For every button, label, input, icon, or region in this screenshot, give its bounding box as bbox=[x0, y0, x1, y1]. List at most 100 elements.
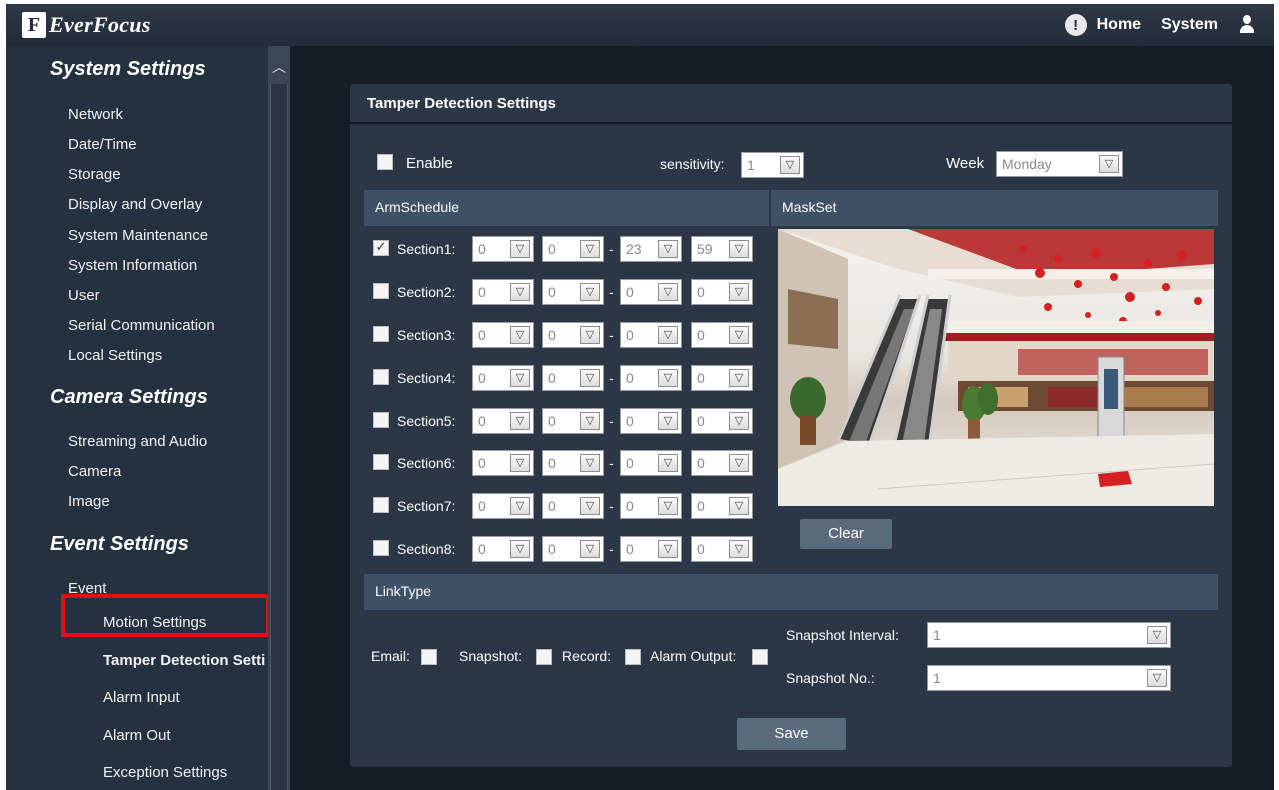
section-checkbox[interactable] bbox=[373, 326, 389, 342]
system-link[interactable]: System bbox=[1161, 16, 1218, 34]
snapshot-interval-select[interactable]: 1 ▽ bbox=[927, 622, 1171, 648]
sidebar: System Settings Network Date/Time Storag… bbox=[6, 46, 268, 790]
sidebar-item-system-information[interactable]: System Information bbox=[68, 257, 197, 274]
section-checkbox[interactable] bbox=[373, 369, 389, 385]
end-minute-select[interactable]: 0 ▽ bbox=[691, 450, 753, 476]
section-checkbox[interactable] bbox=[373, 454, 389, 470]
scroll-up-icon[interactable]: ︿ bbox=[268, 54, 290, 80]
sidebar-scrollbar[interactable]: ︿ bbox=[268, 46, 290, 790]
end-hour-select[interactable]: 0 ▽ bbox=[620, 493, 682, 519]
select-value: 0 bbox=[697, 370, 705, 386]
sidebar-item-user[interactable]: User bbox=[68, 287, 100, 304]
snapshot-interval-value: 1 bbox=[933, 627, 941, 643]
sidebar-item-alarm-input[interactable]: Alarm Input bbox=[103, 689, 180, 706]
alert-icon[interactable]: ! bbox=[1064, 14, 1087, 36]
section-label: Section6: bbox=[397, 455, 456, 471]
start-hour-select[interactable]: 0 ▽ bbox=[472, 493, 534, 519]
start-hour-select[interactable]: 0 ▽ bbox=[472, 365, 534, 391]
select-value: 0 bbox=[626, 370, 634, 386]
chevron-down-icon: ▽ bbox=[510, 326, 530, 344]
section-checkbox[interactable] bbox=[373, 497, 389, 513]
select-value: 0 bbox=[478, 327, 486, 343]
logo: F EverFocus bbox=[22, 10, 151, 40]
end-hour-select[interactable]: 0 ▽ bbox=[620, 322, 682, 348]
start-hour-select[interactable]: 0 ▽ bbox=[472, 236, 534, 262]
sidebar-item-system-maintenance[interactable]: System Maintenance bbox=[68, 227, 208, 244]
start-minute-select[interactable]: 0 ▽ bbox=[542, 450, 604, 476]
select-value: 0 bbox=[548, 498, 556, 514]
clear-button[interactable]: Clear bbox=[800, 519, 892, 549]
chevron-down-icon: ▽ bbox=[580, 283, 600, 301]
range-dash: - bbox=[609, 498, 614, 514]
end-hour-select[interactable]: 0 ▽ bbox=[620, 408, 682, 434]
start-hour-select[interactable]: 0 ▽ bbox=[472, 322, 534, 348]
email-checkbox[interactable] bbox=[421, 649, 437, 665]
start-minute-select[interactable]: 0 ▽ bbox=[542, 536, 604, 562]
save-button[interactable]: Save bbox=[737, 718, 846, 750]
sidebar-item-storage[interactable]: Storage bbox=[68, 166, 121, 183]
mask-set-header: MaskSet bbox=[771, 190, 1218, 226]
select-value: 0 bbox=[697, 455, 705, 471]
end-minute-select[interactable]: 0 ▽ bbox=[691, 536, 753, 562]
sidebar-item-serial-communication[interactable]: Serial Communication bbox=[68, 317, 215, 334]
end-hour-select[interactable]: 0 ▽ bbox=[620, 450, 682, 476]
sidebar-item-exception-settings[interactable]: Exception Settings bbox=[103, 764, 227, 781]
range-dash: - bbox=[609, 370, 614, 386]
select-value: 0 bbox=[626, 284, 634, 300]
start-minute-select[interactable]: 0 ▽ bbox=[542, 279, 604, 305]
sidebar-item-camera[interactable]: Camera bbox=[68, 463, 121, 480]
week-select[interactable]: Monday ▽ bbox=[996, 151, 1123, 177]
end-hour-select[interactable]: 0 ▽ bbox=[620, 365, 682, 391]
start-minute-select[interactable]: 0 ▽ bbox=[542, 408, 604, 434]
start-minute-select[interactable]: 0 ▽ bbox=[542, 236, 604, 262]
alarm-output-checkbox[interactable] bbox=[752, 649, 768, 665]
start-minute-select[interactable]: 0 ▽ bbox=[542, 322, 604, 348]
sidebar-item-display-overlay[interactable]: Display and Overlay bbox=[68, 196, 202, 213]
sidebar-item-local-settings[interactable]: Local Settings bbox=[68, 347, 162, 364]
select-value: 0 bbox=[697, 327, 705, 343]
end-minute-select[interactable]: 0 ▽ bbox=[691, 408, 753, 434]
sidebar-item-image[interactable]: Image bbox=[68, 493, 110, 510]
end-hour-select[interactable]: 0 ▽ bbox=[620, 536, 682, 562]
sidebar-item-streaming-audio[interactable]: Streaming and Audio bbox=[68, 433, 207, 450]
section-label: Section3: bbox=[397, 327, 456, 343]
enable-checkbox[interactable] bbox=[377, 154, 393, 170]
select-value: 0 bbox=[548, 327, 556, 343]
end-minute-select[interactable]: 0 ▽ bbox=[691, 322, 753, 348]
start-hour-select[interactable]: 0 ▽ bbox=[472, 536, 534, 562]
section-checkbox[interactable] bbox=[373, 412, 389, 428]
home-link[interactable]: Home bbox=[1097, 16, 1141, 34]
end-hour-select[interactable]: 0 ▽ bbox=[620, 279, 682, 305]
scroll-thumb[interactable] bbox=[270, 84, 288, 790]
mask-set-image[interactable] bbox=[778, 229, 1214, 506]
sidebar-item-tamper-detection[interactable]: Tamper Detection Setti bbox=[103, 652, 265, 669]
end-minute-select[interactable]: 0 ▽ bbox=[691, 279, 753, 305]
section-checkbox[interactable] bbox=[373, 540, 389, 556]
end-minute-select[interactable]: 0 ▽ bbox=[691, 493, 753, 519]
record-checkbox[interactable] bbox=[625, 649, 641, 665]
select-value: 0 bbox=[478, 455, 486, 471]
start-hour-select[interactable]: 0 ▽ bbox=[472, 408, 534, 434]
section-checkbox[interactable] bbox=[373, 283, 389, 299]
start-minute-select[interactable]: 0 ▽ bbox=[542, 365, 604, 391]
section-checkbox[interactable]: ✓ bbox=[373, 240, 389, 256]
chevron-down-icon: ▽ bbox=[658, 454, 678, 472]
chevron-down-icon: ▽ bbox=[729, 454, 749, 472]
logo-text: EverFocus bbox=[49, 12, 151, 37]
end-minute-select[interactable]: 0 ▽ bbox=[691, 365, 753, 391]
panel-title: Tamper Detection Settings bbox=[350, 84, 1232, 124]
snapshot-no-select[interactable]: 1 ▽ bbox=[927, 665, 1171, 691]
start-hour-select[interactable]: 0 ▽ bbox=[472, 450, 534, 476]
sidebar-item-date-time[interactable]: Date/Time bbox=[68, 136, 137, 153]
start-minute-select[interactable]: 0 ▽ bbox=[542, 493, 604, 519]
sidebar-item-alarm-out[interactable]: Alarm Out bbox=[103, 727, 171, 744]
sidebar-item-network[interactable]: Network bbox=[68, 106, 123, 123]
user-icon[interactable] bbox=[1238, 15, 1256, 35]
snapshot-checkbox[interactable] bbox=[536, 649, 552, 665]
sensitivity-select[interactable]: 1 ▽ bbox=[741, 152, 804, 178]
select-value: 0 bbox=[697, 284, 705, 300]
start-hour-select[interactable]: 0 ▽ bbox=[472, 279, 534, 305]
end-minute-select[interactable]: 59 ▽ bbox=[691, 236, 753, 262]
chevron-down-icon: ▽ bbox=[658, 412, 678, 430]
end-hour-select[interactable]: 23 ▽ bbox=[620, 236, 682, 262]
